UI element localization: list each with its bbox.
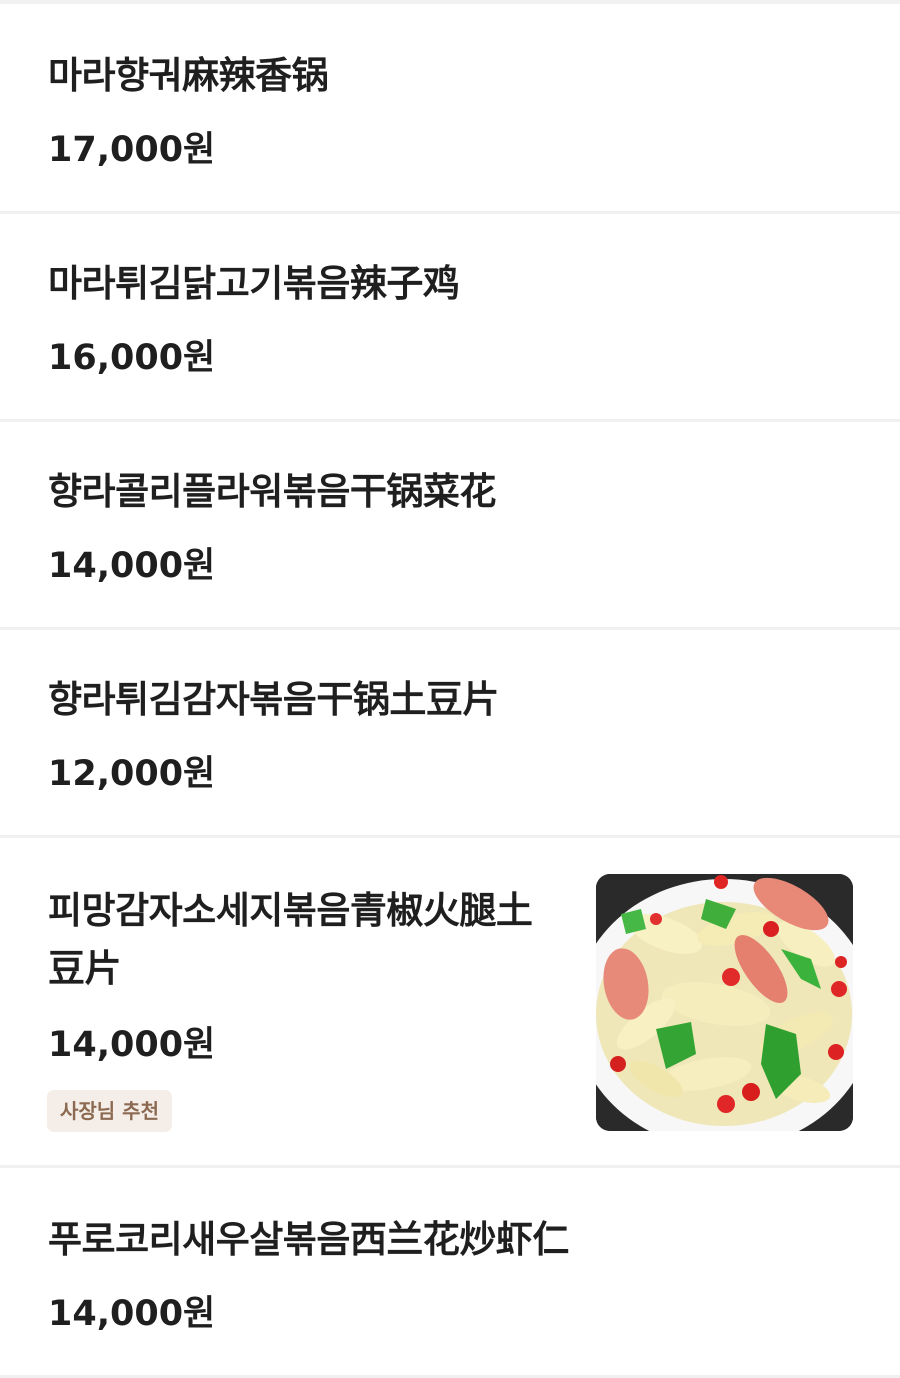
menu-item[interactable]: 푸로코리새우살볶음西兰花炒虾仁 14,000원 <box>0 1168 900 1378</box>
menu-item-price: 12,000원 <box>48 754 216 794</box>
menu-item[interactable]: 마라튀김닭고기볶음辣子鸡 16,000원 <box>0 214 900 422</box>
food-photo-image <box>596 874 853 1131</box>
menu-item[interactable]: 마라향궈麻辣香锅 17,000원 <box>0 4 900 214</box>
menu-item-price: 17,000원 <box>48 130 216 170</box>
menu-item-name: 마라향궈麻辣香锅 <box>48 54 329 97</box>
menu-item[interactable]: 피망감자소세지볶음青椒火腿土豆片 14,000원 사장님 추천 <box>0 838 900 1168</box>
menu-item-price: 14,000원 <box>48 1025 216 1065</box>
menu-item[interactable]: 향라콜리플라워볶음干锅菜花 14,000원 <box>0 422 900 630</box>
menu-item[interactable]: 향라튀김감자볶음干锅土豆片 12,000원 <box>0 630 900 838</box>
recommended-badge: 사장님 추천 <box>47 1090 172 1132</box>
menu-item-photo[interactable] <box>596 874 853 1131</box>
menu-item-price: 14,000원 <box>48 1294 216 1334</box>
menu-item-name: 향라콜리플라워볶음干锅菜花 <box>48 470 496 513</box>
menu-item-price: 14,000원 <box>48 546 216 586</box>
menu-item-name: 마라튀김닭고기볶음辣子鸡 <box>48 262 460 305</box>
menu-item-name: 향라튀김감자볶음干锅土豆片 <box>48 678 499 721</box>
menu-item-name: 푸로코리새우살볶음西兰花炒虾仁 <box>48 1218 569 1261</box>
menu-item-name: 피망감자소세지볶음青椒火腿土豆片 <box>48 889 533 990</box>
menu-list: 마라향궈麻辣香锅 17,000원 마라튀김닭고기볶음辣子鸡 16,000원 향라… <box>0 0 900 1378</box>
menu-item-price: 16,000원 <box>48 338 216 378</box>
